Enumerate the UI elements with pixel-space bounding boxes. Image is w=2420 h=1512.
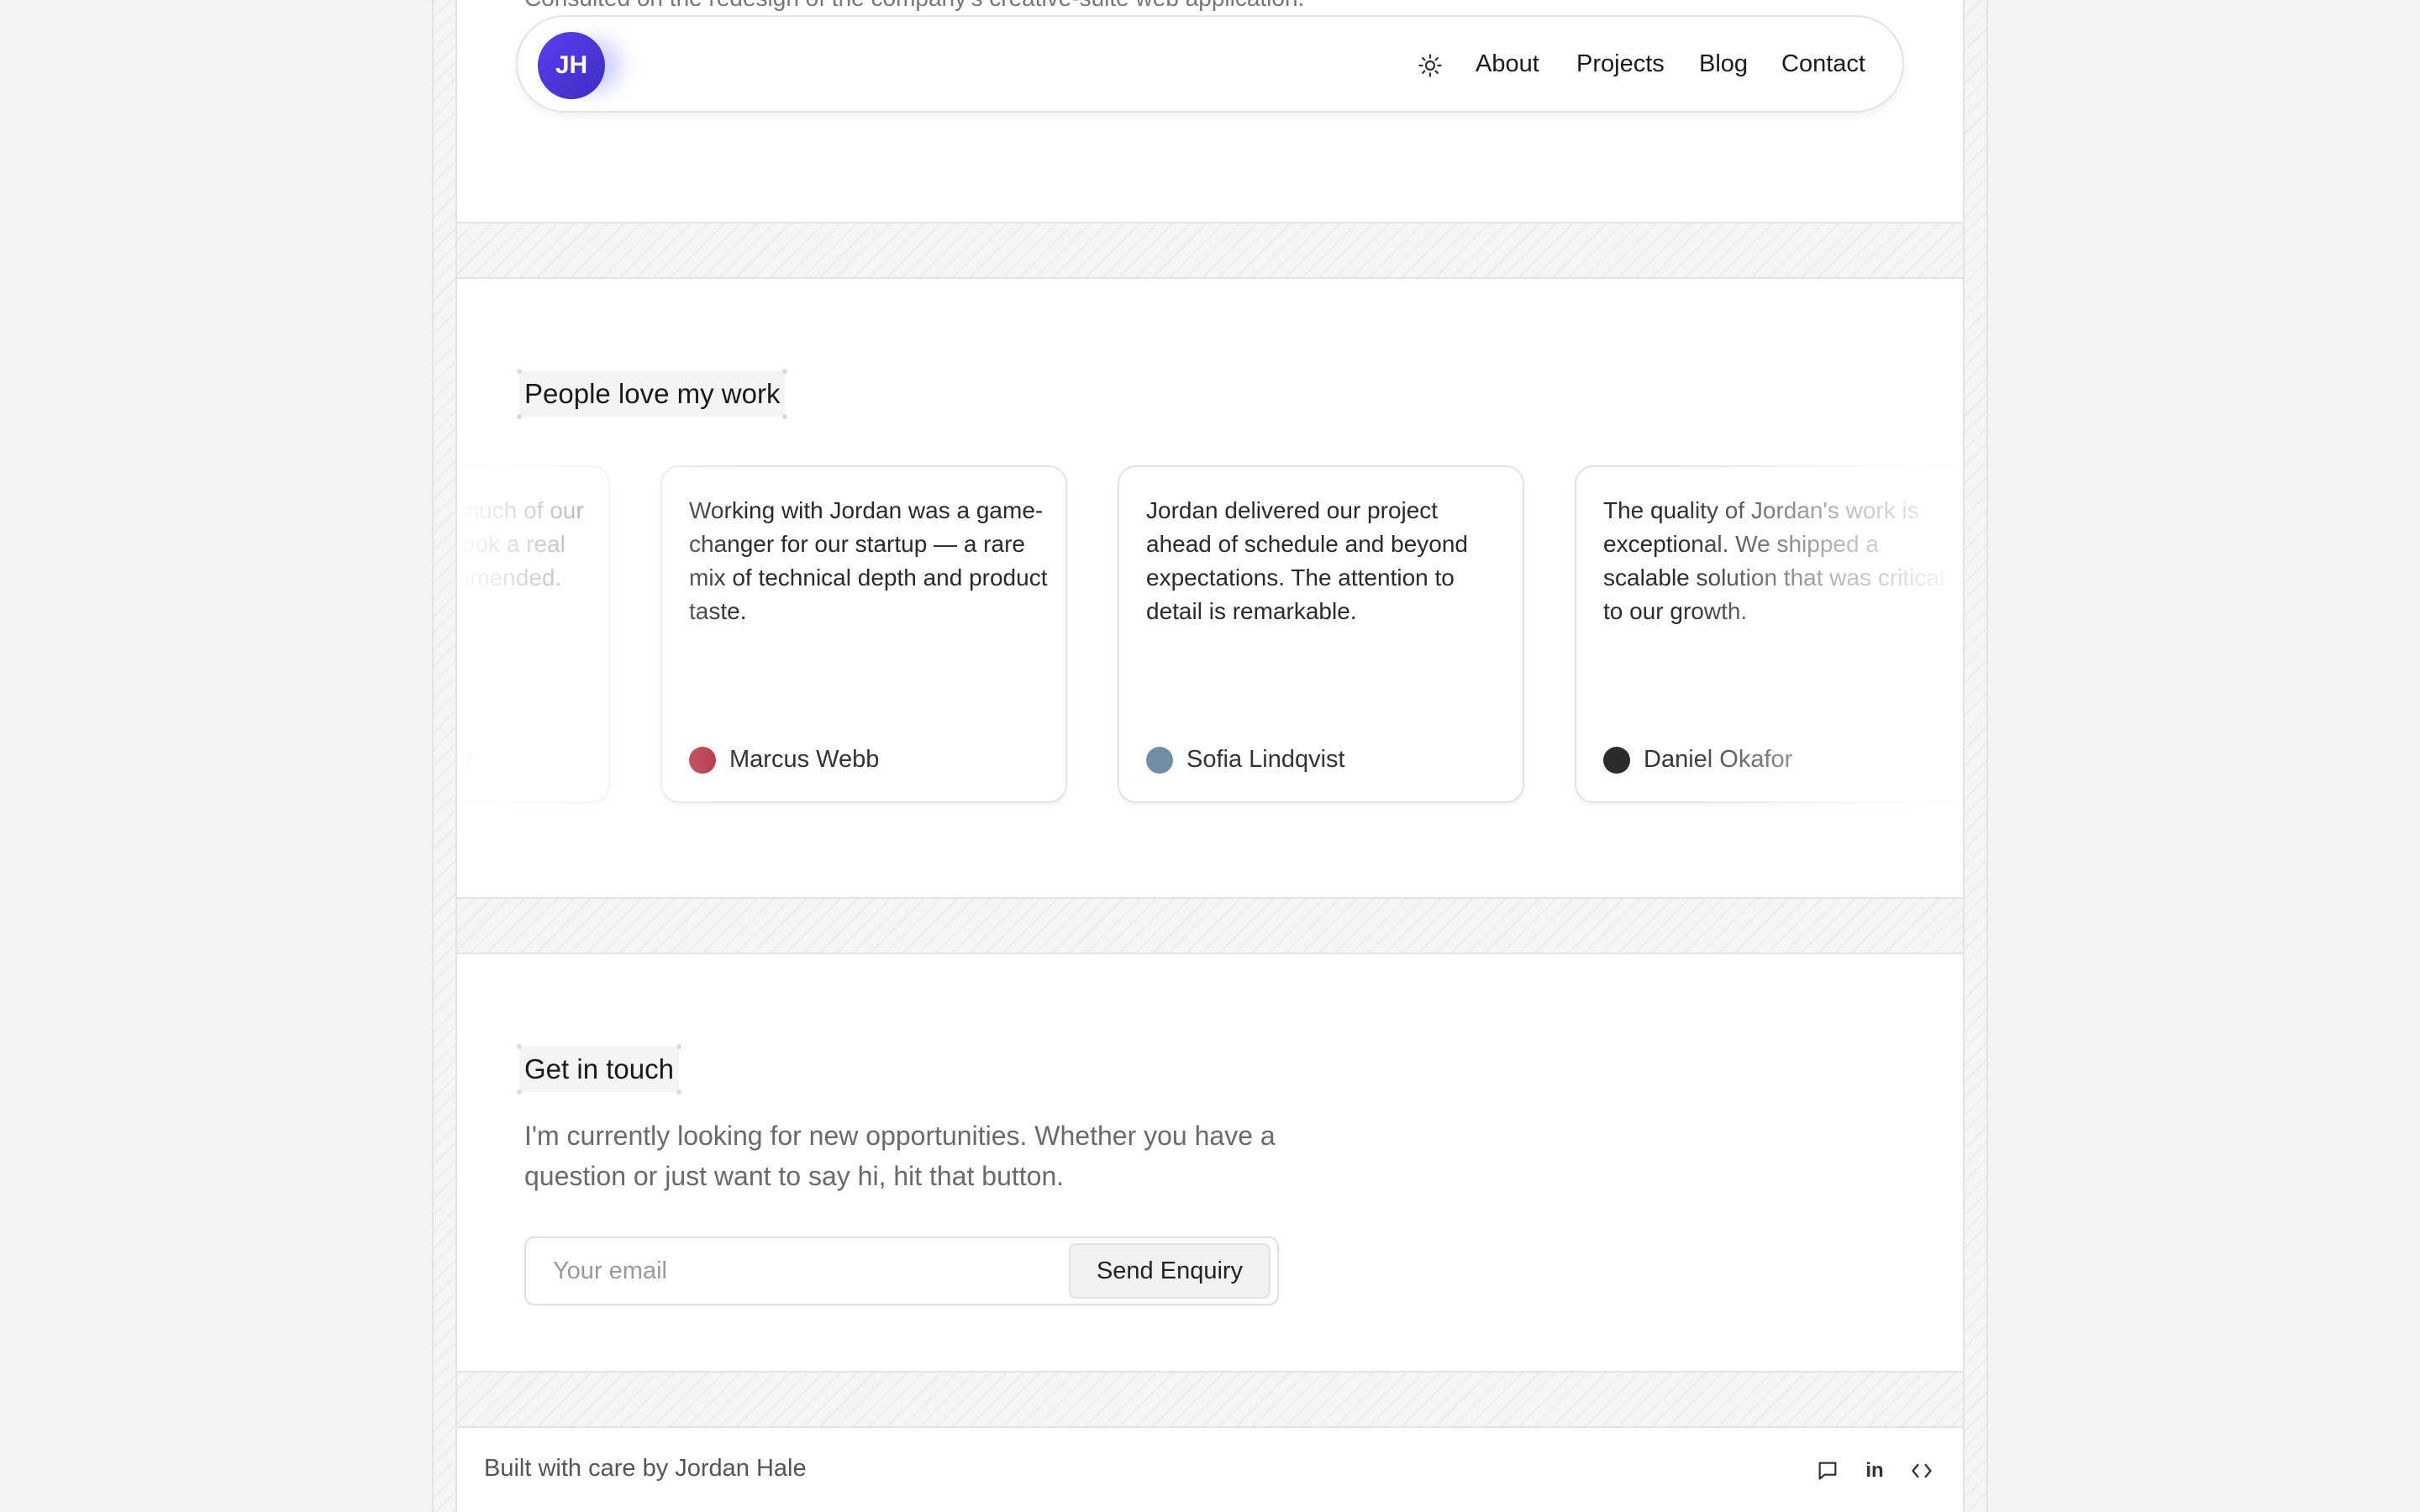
send-enquiry-button[interactable]: Send Enquiry bbox=[1069, 1243, 1270, 1299]
testimonial-card: Jordan delivered our project ahead of sc… bbox=[1118, 465, 1524, 803]
testimonial-card: Working with Jordan was a game-changer f… bbox=[660, 465, 1067, 803]
nav-link-about[interactable]: About bbox=[1476, 50, 1539, 78]
testimonial-quote: Jordan automated so much of our workflow… bbox=[457, 497, 584, 591]
testimonial-author: Sofia Lindqvist bbox=[1146, 746, 1345, 774]
contact-description: I'm currently looking for new opportunit… bbox=[524, 1121, 1276, 1191]
author-name: Daniel Okafor bbox=[1644, 746, 1793, 773]
code-icon[interactable] bbox=[1907, 1457, 1936, 1485]
author-avatar bbox=[1146, 746, 1173, 774]
testimonial-author: Marcus Webb bbox=[689, 746, 879, 774]
logo-avatar[interactable]: JH bbox=[538, 32, 605, 99]
author-name: Sofia Lindqvist bbox=[1186, 746, 1345, 773]
section-divider bbox=[457, 1371, 1963, 1428]
contact-heading: Get in touch bbox=[517, 1044, 681, 1095]
nav-link-projects[interactable]: Projects bbox=[1576, 50, 1665, 78]
left-rail bbox=[432, 0, 457, 1512]
testimonial-author: Priya Nandakumar bbox=[457, 746, 474, 774]
contact-heading-text: Get in touch bbox=[524, 1053, 674, 1084]
message-icon[interactable] bbox=[1813, 1457, 1842, 1485]
section-divider bbox=[457, 897, 1963, 954]
nav-link-contact[interactable]: Contact bbox=[1781, 50, 1865, 78]
testimonial-quote: The quality of Jordan's work is exceptio… bbox=[1603, 497, 1945, 624]
theme-toggle-button[interactable] bbox=[1413, 49, 1447, 82]
author-name: Priya Nandakumar bbox=[457, 746, 475, 773]
testimonial-quote: Working with Jordan was a game-changer f… bbox=[689, 497, 1048, 624]
previous-section-text: Consulted on the redesign of the company… bbox=[524, 0, 1304, 12]
linkedin-icon[interactable]: in bbox=[1860, 1457, 1889, 1485]
author-avatar bbox=[1603, 746, 1630, 774]
testimonial-author: Daniel Okafor bbox=[1603, 746, 1792, 774]
email-input[interactable] bbox=[531, 1243, 1052, 1299]
nav-link-blog[interactable]: Blog bbox=[1699, 50, 1748, 78]
testimonial-card: The quality of Jordan's work is exceptio… bbox=[1575, 465, 1963, 803]
testimonials-carousel[interactable]: Jordan automated so much of our workflow… bbox=[457, 464, 1963, 808]
enquiry-form: Send Enquiry bbox=[524, 1236, 1279, 1305]
section-divider bbox=[457, 222, 1963, 279]
right-rail bbox=[1963, 0, 1988, 1512]
navbar: JH About Projects Blog Contact bbox=[516, 15, 1904, 113]
sun-icon bbox=[1418, 54, 1442, 77]
author-name: Marcus Webb bbox=[729, 746, 880, 773]
testimonials-heading: People love my work bbox=[517, 369, 788, 419]
testimonial-quote: Jordan delivered our project ahead of sc… bbox=[1146, 497, 1468, 624]
author-avatar bbox=[689, 746, 716, 774]
footer-credit: Built with care by Jordan Hale bbox=[484, 1455, 807, 1482]
testimonial-card: Jordan automated so much of our workflow… bbox=[457, 465, 610, 803]
testimonials-heading-text: People love my work bbox=[524, 378, 781, 409]
